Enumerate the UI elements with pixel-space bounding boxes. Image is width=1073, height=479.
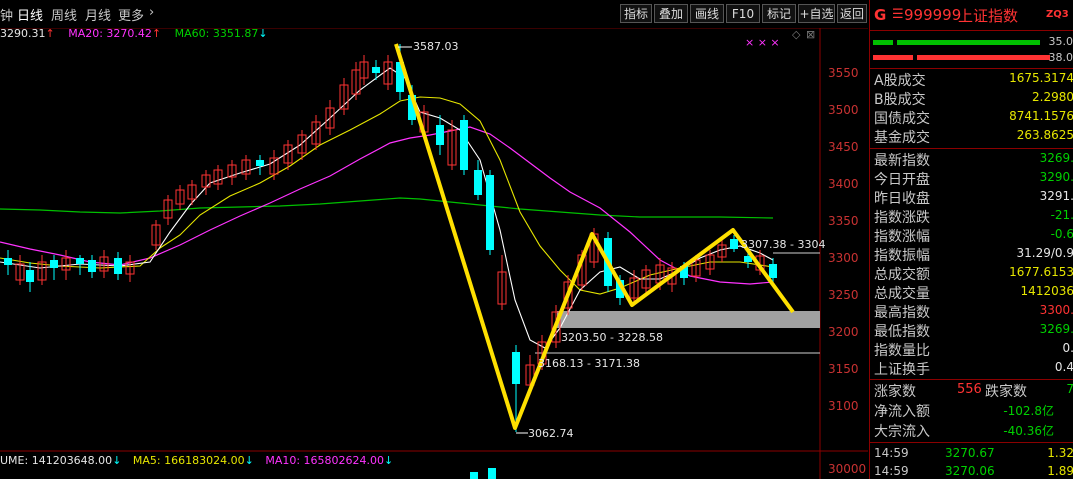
quote-row: 最高指数 3300.: [874, 303, 1073, 321]
tick-row: 14:59 3270.06 1.89: [874, 464, 1073, 478]
ma60-line: [0, 197, 774, 219]
divider: [870, 148, 1073, 149]
range-annotation: 3168.13 - 3171.38: [538, 357, 640, 370]
down-arrow-icon: ↓: [384, 454, 394, 467]
vol-ma5-value: MA5: 166183024.00↓: [132, 454, 254, 467]
quote-row: 指数涨跌 -21.: [874, 208, 1073, 226]
down-arrow-icon: ↓: [244, 454, 254, 467]
zq-badge: ZQ3: [1046, 9, 1069, 20]
quote-header: G ☰ 999999 上证指数 ZQ3: [870, 0, 1073, 31]
price-label: 3100: [828, 399, 859, 413]
quote-row: B股成交 2.2980: [874, 90, 1073, 108]
drawn-trend-line[interactable]: [394, 43, 795, 430]
price-label: 3400: [828, 177, 859, 191]
bar-value: 35.0: [1048, 35, 1073, 48]
price-label: 3350: [828, 214, 859, 228]
price-label: 3500: [828, 103, 859, 117]
price-label: 3250: [828, 288, 859, 302]
menu-icon[interactable]: ☰: [892, 7, 904, 22]
quote-row: 上证换手 0.4: [874, 360, 1073, 378]
g-icon[interactable]: G: [874, 6, 886, 24]
quote-row: 净流入额 -102.8亿: [874, 404, 1054, 420]
buy-strength-bar: [897, 40, 1040, 45]
sell-strength-bar: [873, 55, 913, 60]
quote-row: 昨日收盘 3291.: [874, 189, 1073, 207]
price-label: 3200: [828, 325, 859, 339]
quote-row: 总成交额 1677.6153: [874, 265, 1073, 283]
bar-value: 38.0: [1048, 51, 1073, 64]
buy-strength-bar: [873, 40, 893, 45]
high-annotation: 3587.03: [413, 40, 459, 53]
price-label: 3300: [828, 251, 859, 265]
quote-row: 指数量比 0.: [874, 341, 1073, 359]
price-label: 3550: [828, 66, 859, 80]
price-label: 3150: [828, 362, 859, 376]
stock-code: 999999: [904, 6, 962, 24]
divider: [870, 442, 1073, 443]
rise-fall-row: 涨家数 556 跌家数 7: [874, 382, 1073, 400]
quote-row: 总成交量 1412036: [874, 284, 1073, 302]
sell-strength-bar: [917, 55, 1050, 60]
low-annotation: 3062.74: [528, 427, 574, 440]
quote-row: 最低指数 3269.: [874, 322, 1073, 340]
divider: [870, 379, 1073, 380]
quote-row: 今日开盘 3290.: [874, 170, 1073, 188]
tick-row: 14:59 3270.67 1.32: [874, 446, 1073, 460]
stock-name: 上证指数: [958, 7, 1019, 25]
quote-row: 指数振幅 31.29/0.9: [874, 246, 1073, 264]
volume-bar: [470, 472, 478, 479]
candlesticks: [4, 44, 777, 432]
vol-ma10-value: MA10: 165802624.00↓: [265, 454, 394, 467]
quote-panel: G ☰ 999999 上证指数 ZQ3 35.0 38.0 A股成交 1675.3…: [869, 0, 1073, 479]
volume-value: UME: 141203648.00↓: [0, 454, 122, 467]
volume-axis-label: 30000: [828, 462, 867, 476]
support-band: [557, 311, 820, 328]
quote-row: 指数涨幅 -0.6: [874, 227, 1073, 245]
diamond-icon[interactable]: ◇: [792, 28, 801, 41]
kline-chart[interactable]: × × × ◇ ⊠: [0, 0, 868, 479]
close-icon[interactable]: ⊠: [806, 28, 815, 41]
quote-row: 国债成交 8741.1576: [874, 109, 1073, 127]
quote-row: A股成交 1675.3174: [874, 71, 1073, 89]
range-annotation: 3203.50 - 3228.58: [561, 331, 663, 344]
quote-row: 最新指数 3269.: [874, 151, 1073, 169]
volume-legend: UME: 141203648.00↓ MA5: 166183024.00↓ MA…: [0, 454, 401, 470]
price-label: 3450: [828, 140, 859, 154]
quote-row: 基金成交 263.8625: [874, 128, 1073, 146]
down-arrow-icon: ↓: [112, 454, 122, 467]
range-annotation: 3307.38 - 3304: [741, 238, 826, 251]
divider: [870, 68, 1073, 69]
quote-row: 大宗流入 -40.36亿: [874, 424, 1054, 440]
marker-icons: × × ×: [745, 36, 780, 49]
volume-bar: [488, 468, 496, 479]
